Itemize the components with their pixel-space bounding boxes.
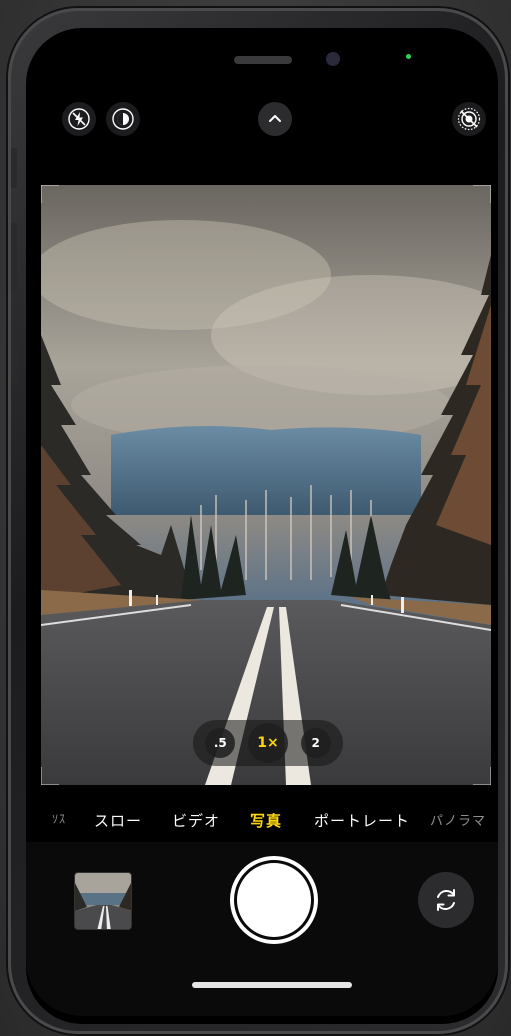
viewfinder-image — [41, 185, 491, 785]
flip-camera-button[interactable] — [418, 872, 474, 928]
notch — [146, 28, 402, 84]
camera-in-use-indicator — [406, 54, 411, 59]
flash-off-icon — [68, 108, 90, 130]
bottom-controls — [26, 842, 498, 1016]
mode-slo-mo[interactable]: スロー — [94, 810, 142, 831]
live-photo-icon — [112, 108, 134, 130]
volume-down-button — [11, 313, 17, 383]
phone-frame: .5 1× 2 ｿｽ スロー ビデオ 写真 ポートレート パノラマ — [8, 8, 508, 1034]
camera-viewfinder[interactable] — [41, 185, 491, 785]
chevron-up-icon — [269, 115, 281, 122]
mode-video[interactable]: ビデオ — [172, 810, 220, 831]
front-camera — [326, 52, 340, 66]
last-photo-thumbnail[interactable] — [74, 872, 132, 930]
shutter-button[interactable] — [230, 856, 318, 944]
night-mode-button[interactable] — [106, 102, 140, 136]
mode-portrait[interactable]: ポートレート — [314, 810, 410, 831]
volume-up-button — [11, 223, 17, 293]
expand-controls-button[interactable] — [258, 102, 292, 136]
earpiece-speaker — [234, 56, 292, 64]
zoom-2x-button[interactable]: 2 — [300, 728, 331, 758]
zoom-0-5-button[interactable]: .5 — [205, 728, 236, 758]
home-indicator[interactable] — [192, 982, 352, 988]
mode-panorama[interactable]: パノラマ — [430, 810, 486, 829]
zoom-selector: .5 1× 2 — [193, 720, 343, 766]
mode-photo[interactable]: 写真 — [250, 810, 282, 831]
shutter-inner — [237, 863, 311, 937]
top-controls — [26, 84, 498, 180]
camera-flip-icon — [437, 889, 455, 911]
mute-switch — [11, 148, 17, 188]
live-off-icon — [457, 107, 481, 131]
zoom-1x-button[interactable]: 1× — [247, 723, 288, 763]
live-photo-button[interactable] — [452, 102, 486, 136]
mode-selector: ｿｽ スロー ビデオ 写真 ポートレート パノラマ — [26, 796, 498, 842]
flash-button[interactable] — [62, 102, 96, 136]
thumbnail-image — [75, 873, 131, 929]
mode-timelapse[interactable]: ｿｽ — [52, 810, 66, 827]
